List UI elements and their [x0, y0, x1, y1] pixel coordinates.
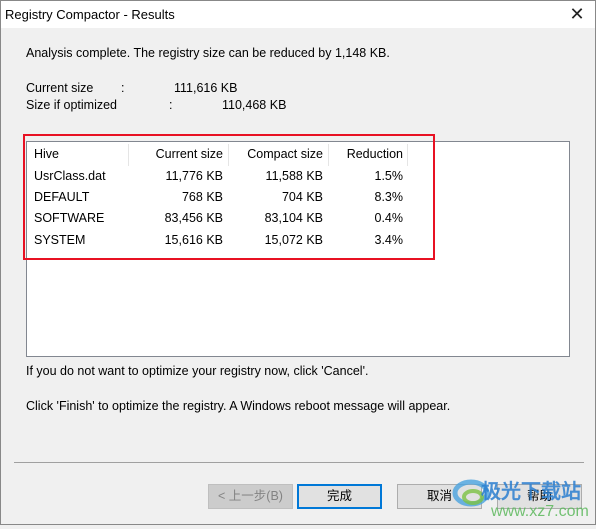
highlight-box [23, 134, 435, 260]
optimized-size-label: Size if optimized [26, 98, 118, 112]
current-size-colon: : [121, 81, 125, 95]
cancel-button[interactable]: 取消 [397, 484, 482, 509]
help-button[interactable]: 帮助 [497, 484, 582, 509]
divider [14, 462, 584, 463]
current-size-value: 111,616 KB [174, 81, 238, 95]
back-button[interactable]: < 上一步(B) [208, 484, 293, 509]
dialog-window: Registry Compactor - Results ✕ Analysis … [0, 0, 596, 525]
title-bar: Registry Compactor - Results ✕ [1, 1, 595, 28]
analysis-message: Analysis complete. The registry size can… [26, 46, 390, 60]
current-size-label: Current size [26, 81, 94, 95]
cancel-note: If you do not want to optimize your regi… [26, 364, 369, 378]
finish-button[interactable]: 完成 [297, 484, 382, 509]
optimized-size-value: 110,468 KB [222, 98, 287, 112]
finish-note: Click 'Finish' to optimize the registry.… [26, 399, 451, 413]
optimized-size-colon: : [169, 98, 173, 112]
window-title: Registry Compactor - Results [5, 7, 175, 22]
close-icon[interactable]: ✕ [565, 3, 589, 25]
